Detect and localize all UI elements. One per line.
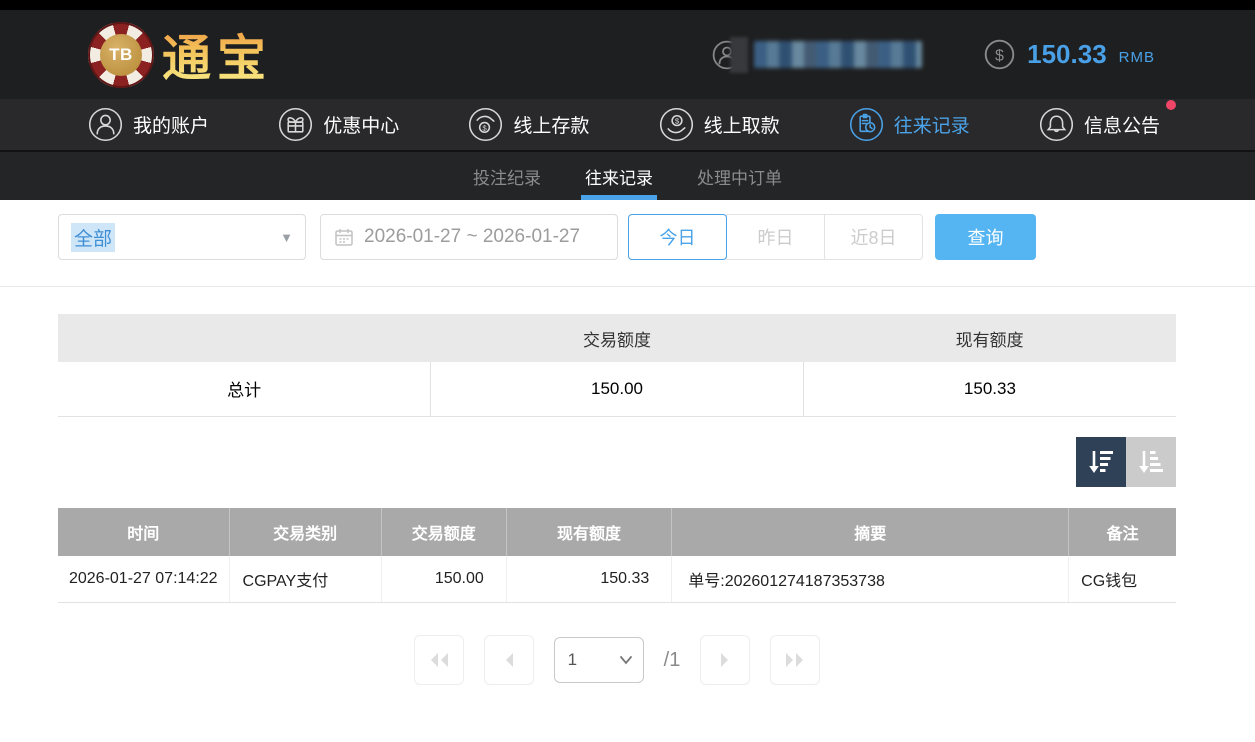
records-header-time: 时间 [58,508,229,556]
sort-descending-button[interactable] [1076,437,1126,487]
nav-item-transaction-records[interactable]: 往来记录 [849,107,970,142]
site-header: TB 通宝 $ 150.33 RMB [0,10,1255,99]
prev-page-button[interactable] [484,635,534,685]
page-total-label: /1 [664,649,681,672]
nav-item-promotions[interactable]: 优惠中心 [278,107,399,142]
nav-label: 我的账户 [133,111,209,138]
nav-label: 线上存款 [513,111,589,138]
record-note: CG钱包 [1069,556,1176,603]
category-dropdown-value: 全部 [71,223,115,252]
arrow-left-icon [502,651,516,669]
date-range-input[interactable]: 2026-01-27 ~ 2026-01-27 [320,214,618,260]
sort-ascending-button[interactable] [1126,437,1176,487]
main-content: 全部 ▼ 2026-01-27 ~ 2026-01-27 今日 昨日 近8日 查… [58,214,1176,685]
next-page-button[interactable] [700,635,750,685]
records-header-note: 备注 [1069,508,1176,556]
sort-controls [58,437,1176,487]
chevron-down-icon [619,655,633,665]
nav-item-announcements[interactable]: 信息公告 [1039,107,1160,142]
date-range-value: 2026-01-27 ~ 2026-01-27 [364,226,580,248]
nav-label: 线上取款 [704,111,780,138]
balance-currency: RMB [1119,49,1155,66]
category-dropdown[interactable]: 全部 ▼ [58,214,306,260]
record-time: 2026-01-27 07:14:22 [58,556,229,603]
double-arrow-right-icon [783,651,807,669]
summary-table: 交易额度 现有额度 总计 150.00 150.33 [58,314,1176,417]
summary-header-empty [58,314,431,362]
bell-icon [1039,107,1074,142]
last-page-button[interactable] [770,635,820,685]
sort-descending-icon [1086,447,1116,477]
notification-dot [1166,100,1176,110]
username-redacted [754,41,922,68]
poker-chip-icon: TB [88,22,154,88]
top-strip [0,0,1255,10]
summary-current-balance: 150.33 [803,362,1176,416]
pagination: 1 /1 [58,635,1176,685]
calendar-icon [334,227,354,247]
user-account[interactable] [712,37,922,73]
records-header-row: 时间 交易类别 交易额度 现有额度 摘要 备注 [58,508,1176,556]
nav-label: 信息公告 [1084,111,1160,138]
table-row: 2026-01-27 07:14:22 CGPAY支付 150.00 150.3… [58,556,1176,603]
records-header-type: 交易类别 [229,508,381,556]
nav-item-my-account[interactable]: 我的账户 [88,107,209,142]
record-type: CGPAY支付 [229,556,381,603]
dollar-coin-icon: $ [984,39,1015,70]
quick-date-group: 今日 昨日 近8日 [628,214,923,260]
records-header-balance: 现有额度 [506,508,671,556]
tab-transaction-records[interactable]: 往来记录 [581,152,657,200]
svg-text:$: $ [674,117,679,126]
records-icon [849,107,884,142]
summary-total-row: 总计 150.00 150.33 [58,362,1176,416]
sub-tab-bar: 投注纪录 往来记录 处理中订单 [0,150,1255,200]
withdraw-icon: $ [659,107,694,142]
record-balance: 150.33 [506,556,671,603]
page-select[interactable]: 1 [554,637,644,683]
arrow-right-icon [718,651,732,669]
records-table: 时间 交易类别 交易额度 现有额度 摘要 备注 2026-01-27 07:14… [58,508,1176,604]
nav-item-withdraw[interactable]: $ 线上取款 [659,107,780,142]
records-header-amount: 交易额度 [381,508,506,556]
section-divider [0,286,1255,287]
quick-button-yesterday[interactable]: 昨日 [726,214,825,260]
sort-ascending-icon [1136,447,1166,477]
record-summary: 单号:202601274187353738 [672,556,1069,603]
nav-item-deposit[interactable]: $ 线上存款 [468,107,589,142]
record-amount: 150.00 [381,556,506,603]
svg-text:$: $ [995,48,1004,65]
brand-logo[interactable]: TB 通宝 [88,19,272,90]
tab-betting-records[interactable]: 投注纪录 [469,152,545,200]
tab-pending-orders[interactable]: 处理中订单 [693,152,786,200]
summary-trade-amount: 150.00 [431,362,804,416]
brand-name: 通宝 [162,19,272,90]
quick-button-today[interactable]: 今日 [628,214,727,260]
username-blur-smudge [730,37,748,73]
query-button[interactable]: 查询 [935,214,1036,260]
first-page-button[interactable] [414,635,464,685]
svg-text:$: $ [483,123,488,132]
double-arrow-left-icon [427,651,451,669]
page-select-value: 1 [568,650,577,670]
records-header-summary: 摘要 [672,508,1069,556]
summary-header-current-balance: 现有额度 [803,314,1176,362]
nav-label: 优惠中心 [323,111,399,138]
balance-amount: 150.33 [1027,39,1107,70]
filter-row: 全部 ▼ 2026-01-27 ~ 2026-01-27 今日 昨日 近8日 查… [58,214,1176,260]
summary-total-label: 总计 [58,362,431,416]
deposit-icon: $ [468,107,503,142]
nav-label: 往来记录 [894,111,970,138]
balance-display[interactable]: $ 150.33 RMB [984,39,1155,70]
chip-label: TB [100,34,142,76]
user-icon [88,107,123,142]
quick-button-last-8-days[interactable]: 近8日 [824,214,923,260]
main-nav: 我的账户 优惠中心 $ 线上存款 $ 线上取款 [0,99,1255,150]
summary-header-trade-amount: 交易额度 [431,314,804,362]
chevron-down-icon: ▼ [280,230,293,245]
gift-icon [278,107,313,142]
